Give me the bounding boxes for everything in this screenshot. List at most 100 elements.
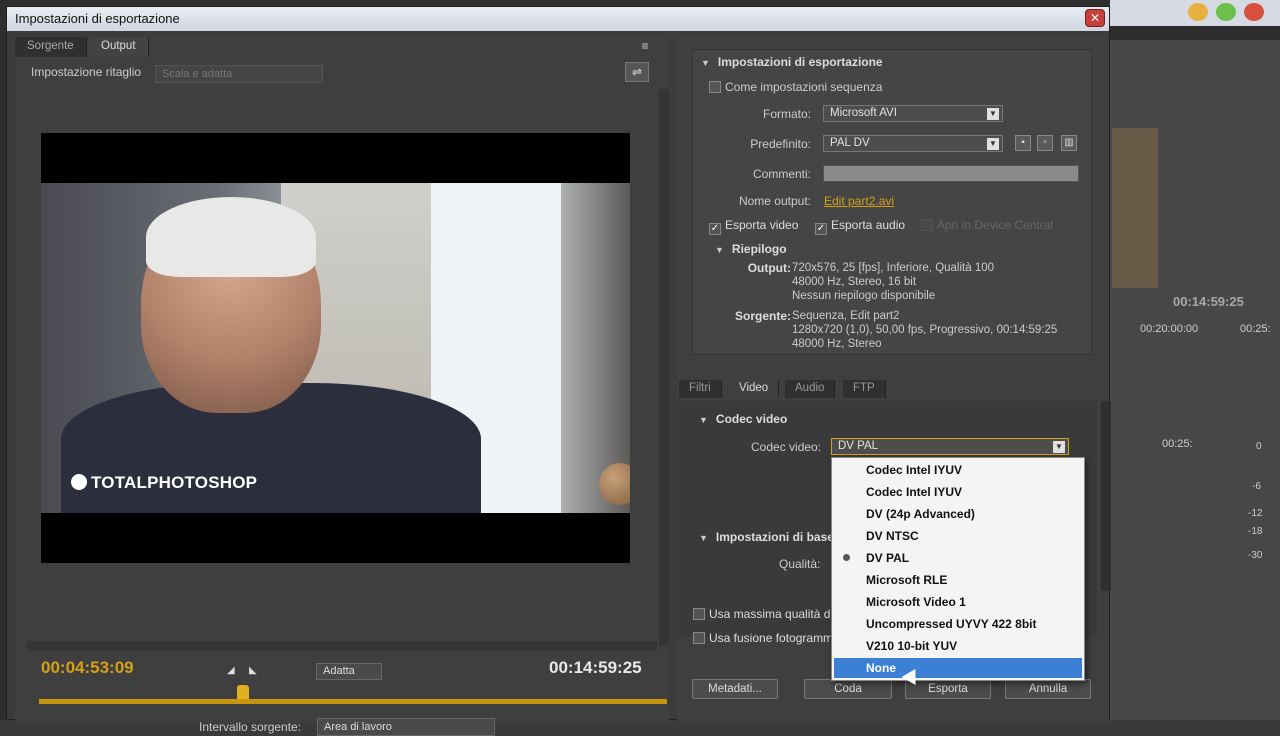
- background-time-2: 00:20:00:00: [1140, 323, 1199, 335]
- codec-option-highlighted[interactable]: None: [834, 658, 1082, 678]
- tab-video[interactable]: Video: [729, 380, 780, 398]
- output-name-label: Nome output:: [738, 194, 811, 208]
- codec-heading-text: Codec video: [715, 412, 788, 426]
- match-sequence-checkbox[interactable]: [709, 81, 721, 93]
- max-quality-checkbox[interactable]: [693, 608, 705, 620]
- ball-image: [599, 463, 630, 505]
- crop-setting-label: Impostazione ritaglio: [31, 65, 142, 79]
- save-preset-icon[interactable]: ▪: [1015, 135, 1031, 151]
- export-video-option[interactable]: ✓ Esporta video: [709, 218, 798, 235]
- dialog-close-button[interactable]: ✕: [1085, 9, 1105, 27]
- codec-option[interactable]: Microsoft Video 1: [834, 592, 1082, 612]
- preset-label: Predefinito:: [750, 137, 811, 151]
- codec-option[interactable]: Codec Intel IYUV: [834, 460, 1082, 480]
- background-timecode: 00:14:59:25: [1173, 294, 1244, 309]
- app-close-button[interactable]: [1244, 3, 1264, 21]
- codec-option[interactable]: V210 10-bit YUV: [834, 636, 1082, 656]
- metadata-button[interactable]: Metadati...: [692, 679, 778, 699]
- codec-heading[interactable]: ▼ Codec video: [699, 412, 787, 426]
- codec-option[interactable]: DV (24p Advanced): [834, 504, 1082, 524]
- tab-audio[interactable]: Audio: [785, 380, 836, 398]
- source-range-select[interactable]: Area di lavoro: [317, 718, 495, 736]
- summary-heading[interactable]: ▼ Riepilogo: [715, 242, 787, 256]
- codec-option-label: V210 10-bit YUV: [866, 639, 958, 653]
- preset-select[interactable]: PAL DV ▼: [823, 135, 1003, 152]
- codec-option-label: DV PAL: [866, 551, 910, 565]
- codec-option-label: Codec Intel IYUV: [866, 463, 963, 477]
- export-video-checkbox[interactable]: ✓: [709, 223, 721, 235]
- max-quality-label: Usa massima qualità di: [709, 607, 834, 621]
- codec-option-label: Uncompressed UYVY 422 8bit: [866, 617, 1037, 631]
- codec-option-label: Microsoft Video 1: [866, 595, 966, 609]
- output-name-link[interactable]: Edit part2.avi: [824, 194, 894, 208]
- tab-filtri[interactable]: Filtri: [679, 380, 722, 398]
- match-sequence-option[interactable]: Come impostazioni sequenza: [709, 80, 882, 94]
- mark-in-icon[interactable]: ◢: [227, 665, 235, 676]
- codec-select[interactable]: DV PAL ▼: [831, 438, 1069, 455]
- format-label: Formato:: [762, 107, 811, 121]
- queue-button[interactable]: Coda: [804, 679, 892, 699]
- tab-output[interactable]: Output: [89, 37, 149, 57]
- export-video-label: Esporta video: [725, 218, 799, 232]
- codec-dropdown-list: Codec Intel IYUV Codec Intel IYUV DV (24…: [831, 457, 1085, 681]
- watermark-text: TOTALPHOTOSHOP: [91, 473, 258, 492]
- summary-source-line: 1280x720 (1,0), 50,00 fps, Progressivo, …: [792, 324, 1058, 336]
- preset-value: PAL DV: [830, 137, 870, 149]
- preview-horizontal-scrollbar[interactable]: [27, 641, 657, 651]
- person-hair-image: [146, 197, 316, 277]
- codec-value: DV PAL: [838, 440, 879, 452]
- codec-option-label: DV (24p Advanced): [866, 507, 975, 521]
- export-audio-checkbox[interactable]: ✓: [815, 223, 827, 235]
- tab-sorgente[interactable]: Sorgente: [15, 37, 87, 57]
- video-preview: TOTALPHOTOSHOP: [41, 133, 630, 563]
- crop-toggle-icon[interactable]: ⇌: [625, 62, 649, 82]
- export-settings-heading[interactable]: ▼ Impostazioni di esportazione: [701, 55, 883, 69]
- cancel-button[interactable]: Annulla: [1005, 679, 1091, 699]
- format-select[interactable]: Microsoft AVI ▼: [823, 105, 1003, 122]
- meter-value: -18: [1248, 526, 1263, 537]
- panel-menu-icon[interactable]: ≡: [633, 39, 657, 55]
- delete-preset-icon[interactable]: ▥: [1061, 135, 1077, 151]
- background-preview-thumb: [1112, 128, 1158, 288]
- minimize-button[interactable]: [1188, 3, 1208, 21]
- frame-blend-option[interactable]: Usa fusione fotogramm: [693, 631, 833, 645]
- zoom-fit-select[interactable]: Adatta: [316, 663, 382, 680]
- import-preset-icon[interactable]: ▫: [1037, 135, 1053, 151]
- summary-output-text: 720x576, 25 [fps], Inferiore, Qualità 10…: [792, 261, 994, 303]
- watermark: TOTALPHOTOSHOP: [71, 473, 257, 493]
- codec-option[interactable]: DV NTSC: [834, 526, 1082, 546]
- max-quality-option[interactable]: Usa massima qualità di: [693, 607, 833, 621]
- codec-option[interactable]: DV PAL: [834, 548, 1082, 568]
- summary-source-line: 48000 Hz, Stereo: [792, 338, 882, 350]
- mark-out-icon[interactable]: ◣: [249, 665, 257, 676]
- summary-source-line: Sequenza, Edit part2: [792, 310, 900, 322]
- playhead-icon[interactable]: [237, 685, 249, 699]
- dialog-title: Impostazioni di esportazione: [15, 11, 180, 26]
- collapse-triangle-icon: ▼: [699, 533, 708, 543]
- radio-dot-icon: [843, 554, 850, 561]
- maximize-button[interactable]: [1216, 3, 1236, 21]
- basic-settings-heading-text: Impostazioni di base: [715, 530, 834, 544]
- frame-blend-checkbox[interactable]: [693, 632, 705, 644]
- codec-option[interactable]: Uncompressed UYVY 422 8bit: [834, 614, 1082, 634]
- meter-value: -6: [1252, 481, 1261, 492]
- crop-setting-select[interactable]: Scala e adatta: [155, 65, 323, 83]
- work-area-bar[interactable]: [39, 699, 667, 704]
- format-value: Microsoft AVI: [830, 107, 897, 119]
- codec-option[interactable]: Codec Intel IYUV: [834, 482, 1082, 502]
- export-audio-option[interactable]: ✓ Esporta audio: [815, 218, 905, 235]
- summary-source-label: Sorgente:: [734, 309, 791, 323]
- tab-ftp[interactable]: FTP: [843, 380, 886, 398]
- device-central-checkbox: [921, 219, 933, 231]
- export-settings-box: ▼ Impostazioni di esportazione Come impos…: [692, 49, 1092, 355]
- comments-field[interactable]: [823, 165, 1079, 182]
- basic-settings-heading[interactable]: ▼ Impostazioni di base: [699, 530, 834, 544]
- current-timecode[interactable]: 00:04:53:09: [41, 658, 134, 678]
- codec-option[interactable]: Microsoft RLE: [834, 570, 1082, 590]
- codec-label: Codec video:: [751, 440, 822, 454]
- collapse-triangle-icon: ▼: [701, 58, 710, 68]
- preview-vertical-scrollbar[interactable]: [659, 89, 669, 645]
- settings-vertical-scrollbar[interactable]: [1101, 401, 1111, 591]
- dialog-title-bar[interactable]: Impostazioni di esportazione ✕: [7, 7, 1109, 31]
- export-settings-heading-text: Impostazioni di esportazione: [717, 55, 883, 69]
